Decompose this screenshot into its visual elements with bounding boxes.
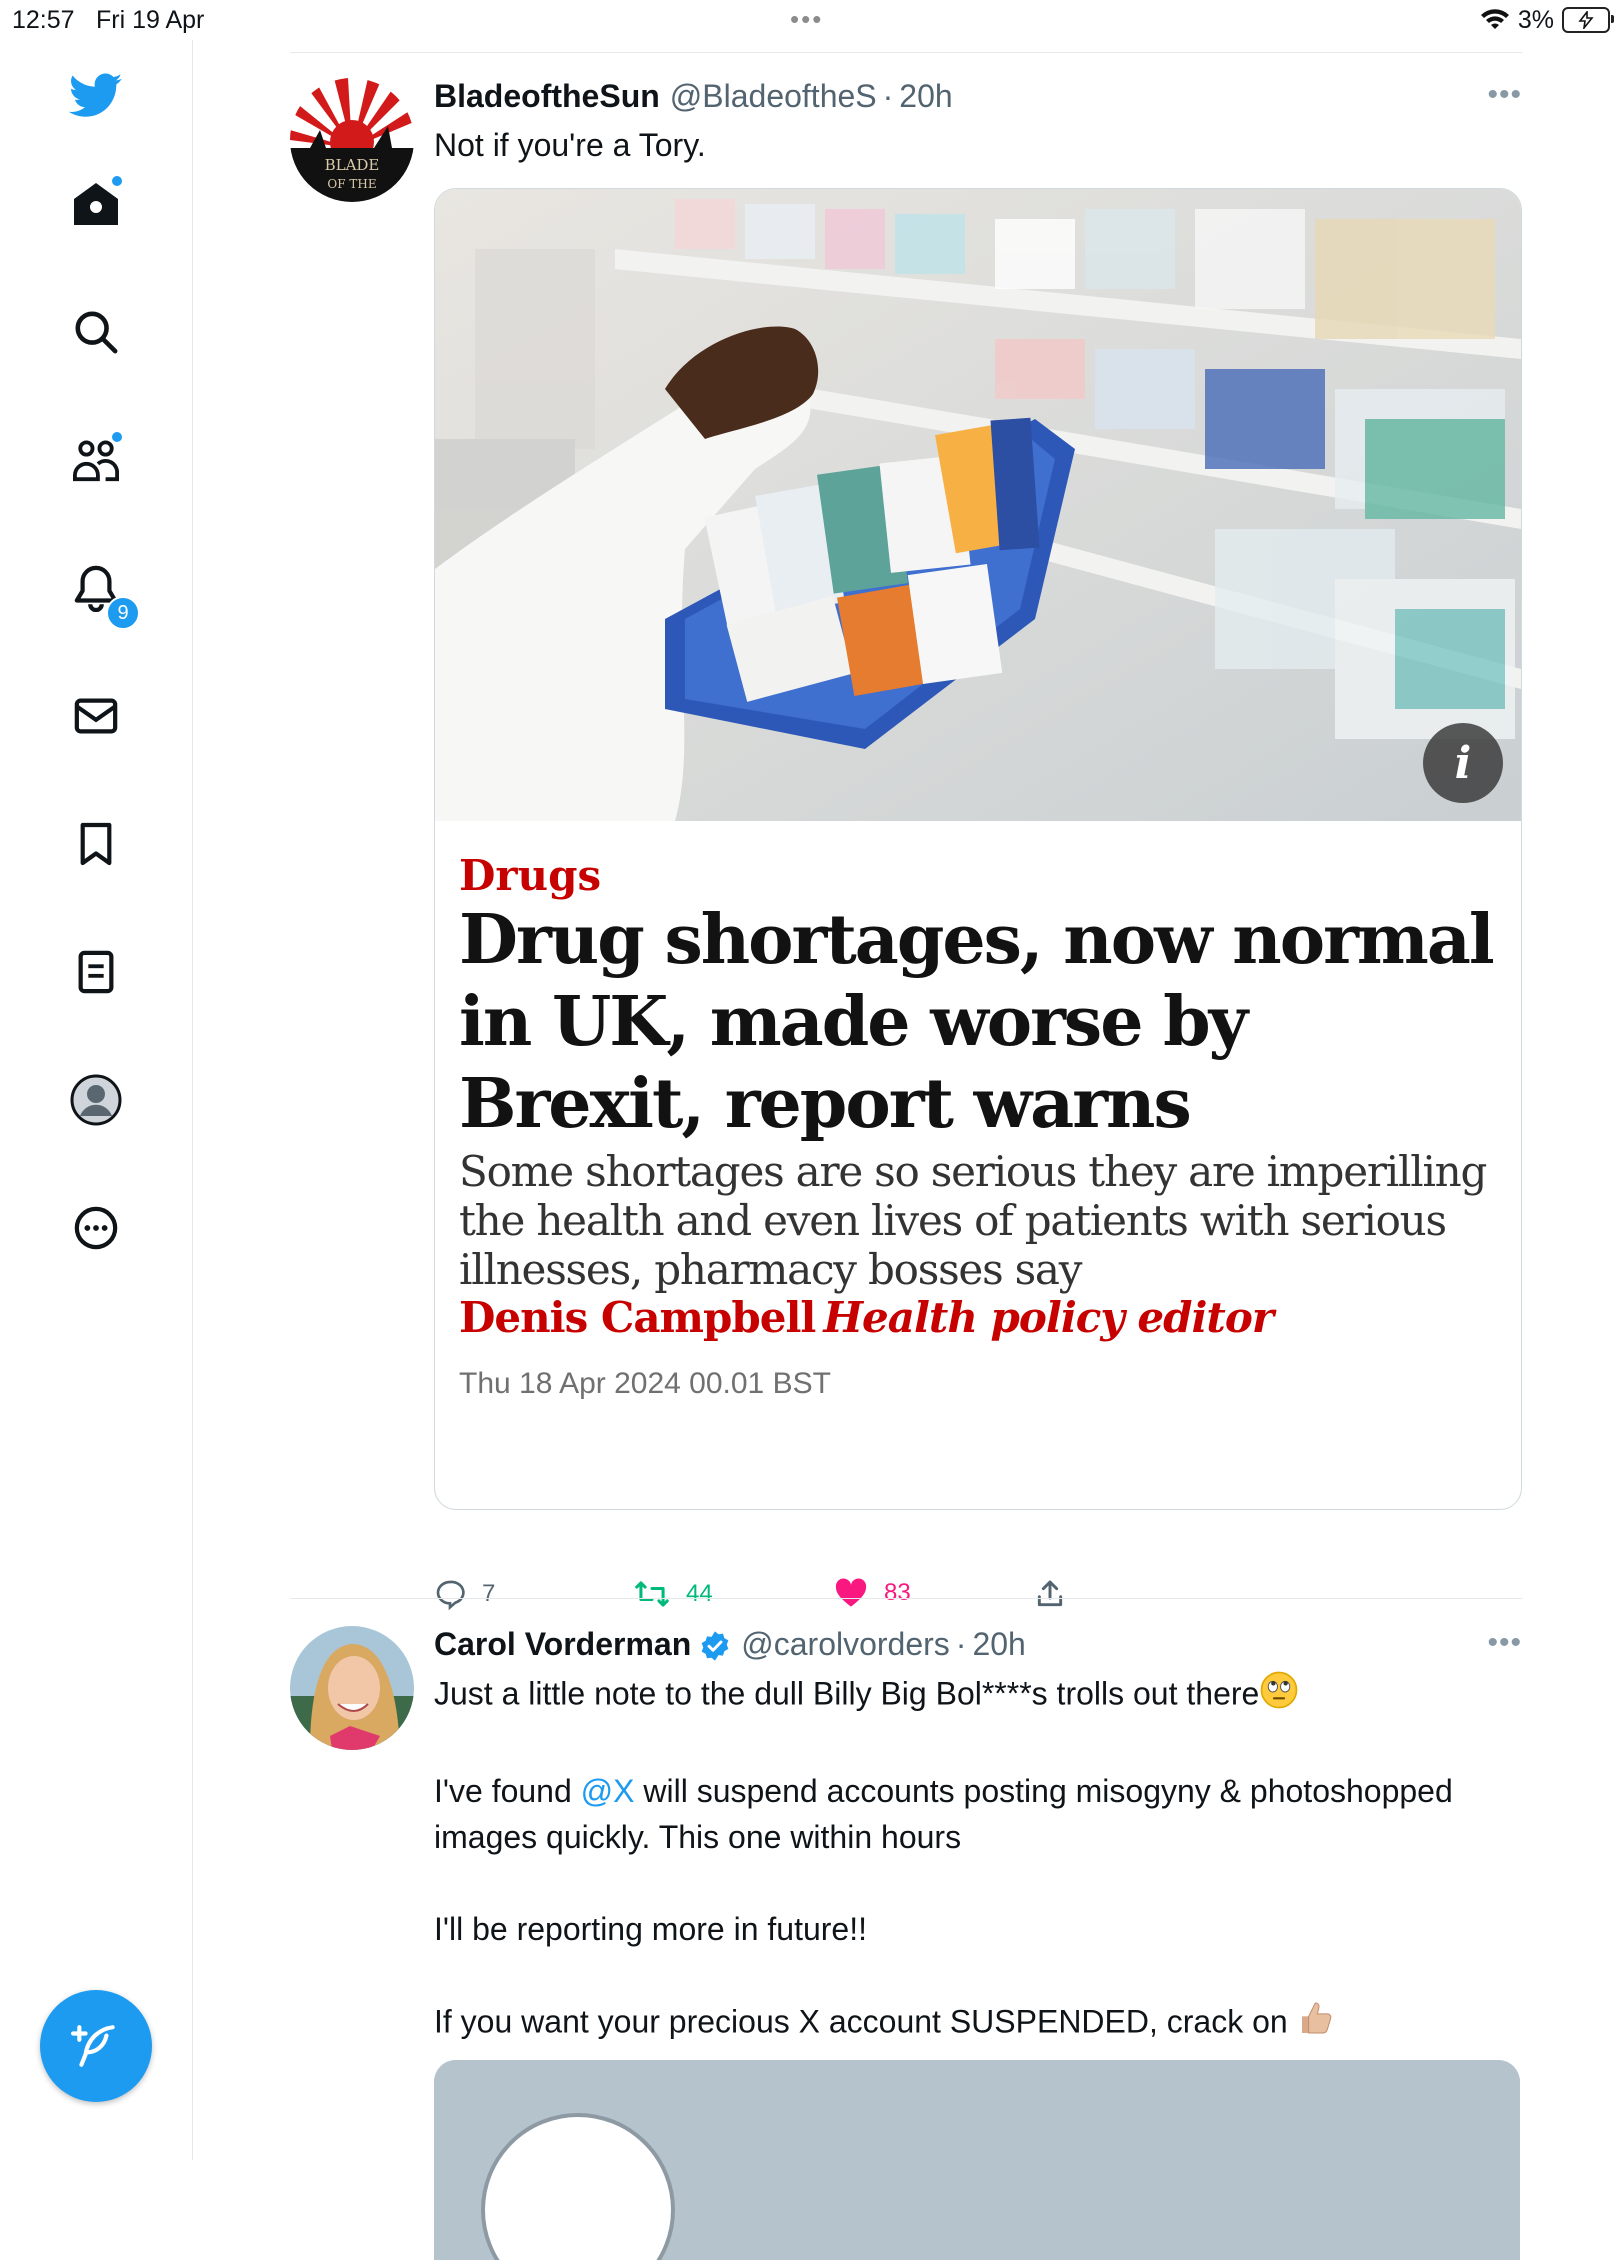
header-separator: · — [955, 1626, 967, 1662]
tweet-line-4-text: If you want your precious X account SUSP… — [434, 2003, 1288, 2040]
compose-tweet-button[interactable] — [40, 1990, 152, 2102]
notification-count-badge: 9 — [106, 596, 140, 630]
byline-role: Health policy editor — [823, 1293, 1274, 1342]
feed-top-divider — [290, 52, 1522, 53]
share-icon — [1037, 1580, 1063, 1607]
like-button[interactable]: 83 — [834, 1578, 911, 1608]
status-time: 12:57 — [12, 6, 75, 34]
header-separator: · — [882, 78, 894, 114]
avatar-carolvorderman[interactable] — [290, 1626, 414, 1750]
home-icon — [74, 183, 118, 225]
status-date: Fri 19 Apr — [96, 6, 205, 34]
sidebar: 9 — [0, 40, 193, 2160]
sidebar-item-home[interactable] — [64, 172, 128, 236]
eye-roll-emoji-icon — [1259, 1670, 1299, 1722]
heart-icon — [835, 1578, 867, 1607]
sidebar-item-messages[interactable] — [64, 684, 128, 748]
status-bar: 12:57 Fri 19 Apr ••• 3% — [0, 0, 1620, 40]
status-indicators: 3% — [1480, 4, 1614, 36]
author-name[interactable]: BladeoftheSun — [434, 78, 660, 115]
sidebar-item-communities[interactable] — [64, 428, 128, 492]
article-byline: Denis Campbell Health policy editor — [459, 1293, 1274, 1342]
search-icon — [75, 311, 118, 354]
avatar-bladeofthesun[interactable]: BLADE OF THE — [290, 78, 414, 202]
tweet-line-3: I'll be reporting more in future!! — [434, 1911, 867, 1947]
profile-avatar-icon — [70, 1074, 122, 1126]
tweet-timestamp[interactable]: 20h — [899, 78, 952, 115]
tweet-line-1: Just a little note to the dull Billy Big… — [434, 1670, 1520, 1722]
sidebar-item-bookmarks[interactable] — [64, 812, 128, 876]
info-icon[interactable]: i — [1423, 723, 1503, 803]
tweet-header: BladeoftheSun @BladeoftheS · 20h — [434, 78, 953, 118]
reply-icon — [436, 1580, 465, 1610]
reply-count: 7 — [482, 1580, 496, 1607]
communities-icon — [73, 440, 120, 482]
tweet-line-4: If you want your precious X account SUSP… — [434, 1998, 1520, 2050]
verified-badge-icon — [699, 1630, 731, 1662]
article-screenshot-card[interactable]: i Drugs Drug shortages, now normal in UK… — [434, 188, 1522, 1510]
sidebar-item-more[interactable] — [64, 1196, 128, 1260]
author-name[interactable]: Carol Vorderman — [434, 1626, 691, 1663]
share-button[interactable] — [1034, 1578, 1066, 1610]
home-unread-dot — [112, 176, 122, 186]
list-icon — [78, 950, 114, 994]
tweet-text: Just a little note to the dull Billy Big… — [434, 1670, 1520, 2050]
avatar-text-ofthe: OF THE — [327, 177, 376, 191]
retweet-count: 44 — [686, 1580, 713, 1607]
tweet-timestamp[interactable]: 20h — [972, 1626, 1025, 1663]
wifi-icon — [1480, 9, 1509, 29]
twitter-logo-icon[interactable] — [64, 64, 128, 128]
tweet-line-1-text: Just a little note to the dull Billy Big… — [434, 1675, 1260, 1712]
bookmark-icon — [80, 822, 112, 866]
byline-name: Denis Campbell — [459, 1293, 816, 1342]
tweet-divider — [290, 1598, 1522, 1599]
pharmacy-shelves-photo: i — [435, 189, 1521, 821]
multitasking-dots-icon[interactable]: ••• — [790, 4, 823, 35]
battery-icon — [1562, 7, 1614, 33]
sidebar-item-profile[interactable] — [64, 1068, 128, 1132]
retweet-button[interactable]: 44 — [634, 1578, 713, 1610]
mention-link[interactable]: @X — [581, 1773, 635, 1809]
article-kicker: Drugs — [459, 851, 602, 900]
tweet-line-2: I've found @X will suspend accounts post… — [434, 1768, 1520, 1860]
author-handle[interactable]: @carolvorders — [741, 1626, 950, 1663]
like-count: 83 — [884, 1579, 911, 1606]
sidebar-item-lists[interactable] — [64, 940, 128, 1004]
reply-button[interactable]: 7 — [434, 1578, 495, 1610]
more-options-icon[interactable]: ••• — [1487, 1626, 1522, 1660]
article-date: Thu 18 Apr 2024 00.01 BST — [459, 1367, 831, 1400]
communities-unread-dot — [112, 432, 122, 442]
avatar-text-blade: BLADE — [325, 156, 380, 174]
battery-percent: 3% — [1517, 5, 1554, 34]
article-headline: Drug shortages, now normal in UK, made w… — [459, 900, 1495, 1144]
tweet-text: Not if you're a Tory. — [434, 127, 706, 163]
tweet-header: Carol Vorderman @carolvorders · 20h — [434, 1626, 1026, 1666]
author-handle[interactable]: @BladeoftheS — [670, 78, 877, 115]
mail-icon — [74, 698, 118, 734]
retweet-icon — [635, 1581, 669, 1607]
tweet-line-2-pre: I've found — [434, 1773, 581, 1809]
article-standfirst: Some shortages are so serious they are i… — [459, 1147, 1487, 1294]
tweet-media-image[interactable] — [434, 2060, 1520, 2260]
thumbs-up-emoji-icon — [1297, 1998, 1337, 2050]
sidebar-item-explore[interactable] — [64, 300, 128, 364]
more-circle-icon — [74, 1206, 118, 1250]
more-options-icon[interactable]: ••• — [1487, 78, 1522, 112]
compose-feather-icon — [71, 2025, 115, 2067]
